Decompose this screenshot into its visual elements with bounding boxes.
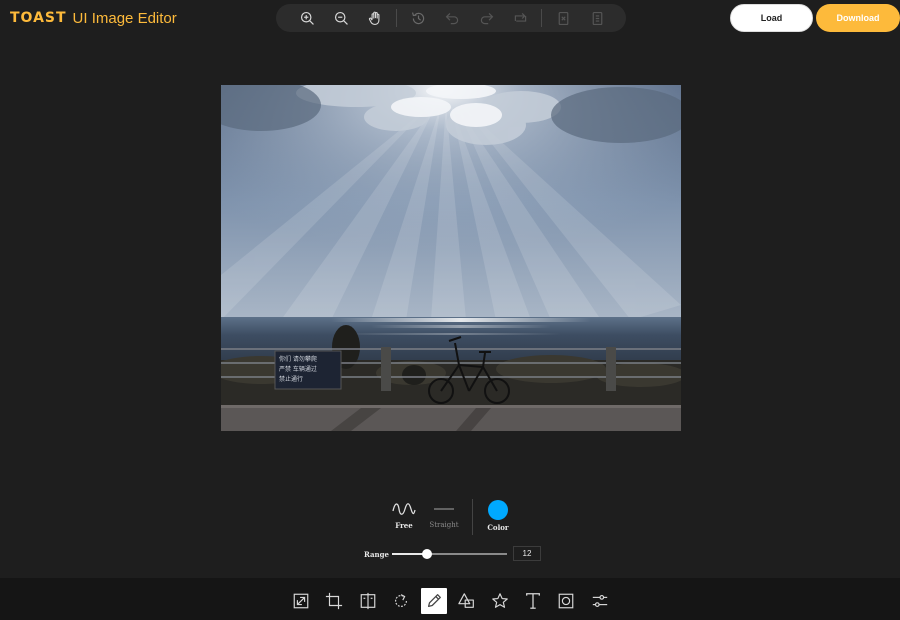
app-logo: TOAST UI Image Editor [10, 8, 177, 28]
undo-icon [445, 12, 458, 24]
toolbar-separator [541, 9, 542, 27]
history-button[interactable] [401, 4, 435, 32]
load-button[interactable]: Load [730, 4, 813, 32]
straight-line-icon [434, 508, 454, 510]
range-slider[interactable] [392, 549, 507, 559]
seaside-photo: 你们 请勿攀爬 严禁 车辆通过 禁止通行 [221, 85, 681, 431]
sign-text-line3: 禁止通行 [279, 375, 303, 383]
shape-button[interactable] [454, 588, 480, 614]
redo-button[interactable] [469, 4, 503, 32]
delete-icon [558, 11, 568, 25]
resize-icon [293, 593, 309, 609]
download-button[interactable]: Download [816, 4, 900, 32]
draw-icon [427, 594, 441, 608]
color-picker-option[interactable]: Color [484, 500, 512, 532]
hand-button[interactable] [358, 4, 392, 32]
delete-all-button[interactable] [580, 4, 614, 32]
star-icon [492, 593, 508, 608]
color-label: Color [487, 523, 509, 532]
hand-icon [368, 11, 379, 25]
range-slider-thumb[interactable] [421, 549, 432, 559]
history-icon [411, 11, 424, 24]
submenu-divider [472, 499, 473, 535]
text-icon [526, 593, 540, 609]
bottom-menu [0, 578, 900, 620]
zoom-in-button[interactable] [290, 4, 324, 32]
reset-button[interactable] [503, 4, 537, 32]
range-value-input[interactable] [513, 546, 541, 561]
color-swatch[interactable] [488, 500, 508, 520]
free-draw-option[interactable]: Free [390, 501, 418, 530]
flip-button[interactable] [355, 588, 381, 614]
text-button[interactable] [520, 588, 546, 614]
crop-icon [325, 592, 343, 610]
straight-label: Straight [429, 521, 459, 529]
range-label: Range [364, 550, 389, 559]
crop-button[interactable] [321, 588, 347, 614]
draw-button[interactable] [421, 588, 447, 614]
resize-button[interactable] [288, 588, 314, 614]
icon-button[interactable] [487, 588, 513, 614]
draw-submenu: Free Straight Color Range [0, 495, 900, 570]
rotate-icon [395, 594, 407, 607]
top-toolbar [276, 4, 626, 32]
mask-button[interactable] [553, 588, 579, 614]
toolbar-separator [396, 9, 397, 27]
flip-icon [360, 592, 376, 610]
delete-all-icon [592, 11, 602, 25]
image-canvas[interactable]: 你们 请勿攀爬 严禁 车辆通过 禁止通行 [221, 85, 681, 431]
delete-button[interactable] [546, 4, 580, 32]
header: TOAST UI Image Editor Load Download [0, 0, 900, 36]
straight-draw-option[interactable]: Straight [428, 501, 460, 529]
undo-button[interactable] [435, 4, 469, 32]
sign-text-line2: 严禁 车辆通过 [279, 365, 317, 373]
zoom-out-icon [334, 11, 348, 25]
free-label: Free [395, 521, 413, 530]
logo-title-text: UI Image Editor [72, 9, 177, 27]
filter-icon [592, 595, 608, 607]
free-line-icon [392, 503, 416, 515]
zoom-out-button[interactable] [324, 4, 358, 32]
shape-icon [458, 593, 474, 608]
filter-button[interactable] [587, 588, 613, 614]
reset-icon [514, 12, 526, 22]
zoom-in-icon [300, 11, 314, 25]
logo-toast-text: TOAST [10, 10, 67, 26]
rotate-button[interactable] [388, 588, 414, 614]
redo-icon [480, 12, 493, 24]
mask-icon [558, 593, 574, 609]
sign-text-line1: 你们 请勿攀爬 [279, 355, 317, 363]
